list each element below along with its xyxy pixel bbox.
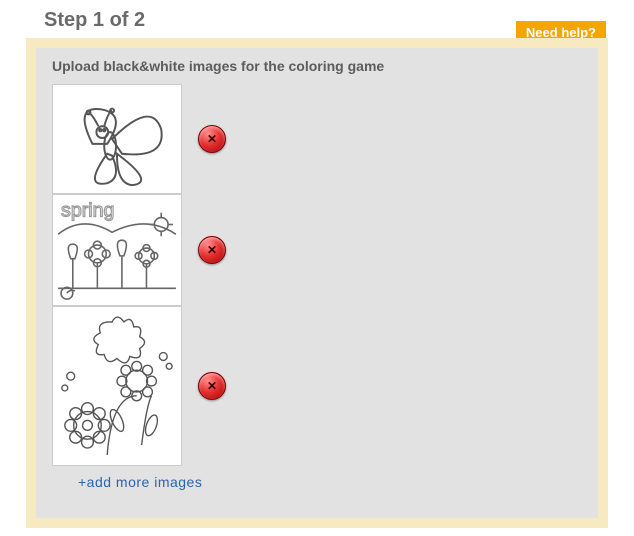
thumbnail-column: ✕ spring: [52, 84, 227, 490]
add-more-images-link[interactable]: +add more images: [52, 466, 227, 490]
thumbnail-image: [52, 306, 182, 466]
thumbnail-row: ✕: [52, 306, 227, 466]
upload-instruction: Upload black&white images for the colori…: [52, 58, 582, 74]
thumbnail-row: spring: [52, 194, 227, 306]
thumbnail-image: spring: [52, 194, 182, 306]
delete-thumbnail-button[interactable]: ✕: [198, 236, 226, 264]
step-title: Step 1 of 2: [44, 9, 145, 38]
delete-thumbnail-button[interactable]: ✕: [198, 372, 226, 400]
delete-thumbnail-button[interactable]: ✕: [198, 125, 226, 153]
svg-text:spring: spring: [61, 200, 114, 222]
thumbnail-row: ✕: [52, 84, 227, 194]
butterfly-icon: [53, 85, 181, 193]
thumbnail-image: [52, 84, 182, 194]
upload-panel: Upload black&white images for the colori…: [26, 38, 608, 528]
spring-flowers-icon: spring: [53, 195, 181, 305]
flowers-icon: [53, 307, 181, 465]
wizard-header: Step 1 of 2 Need help?: [0, 0, 634, 38]
